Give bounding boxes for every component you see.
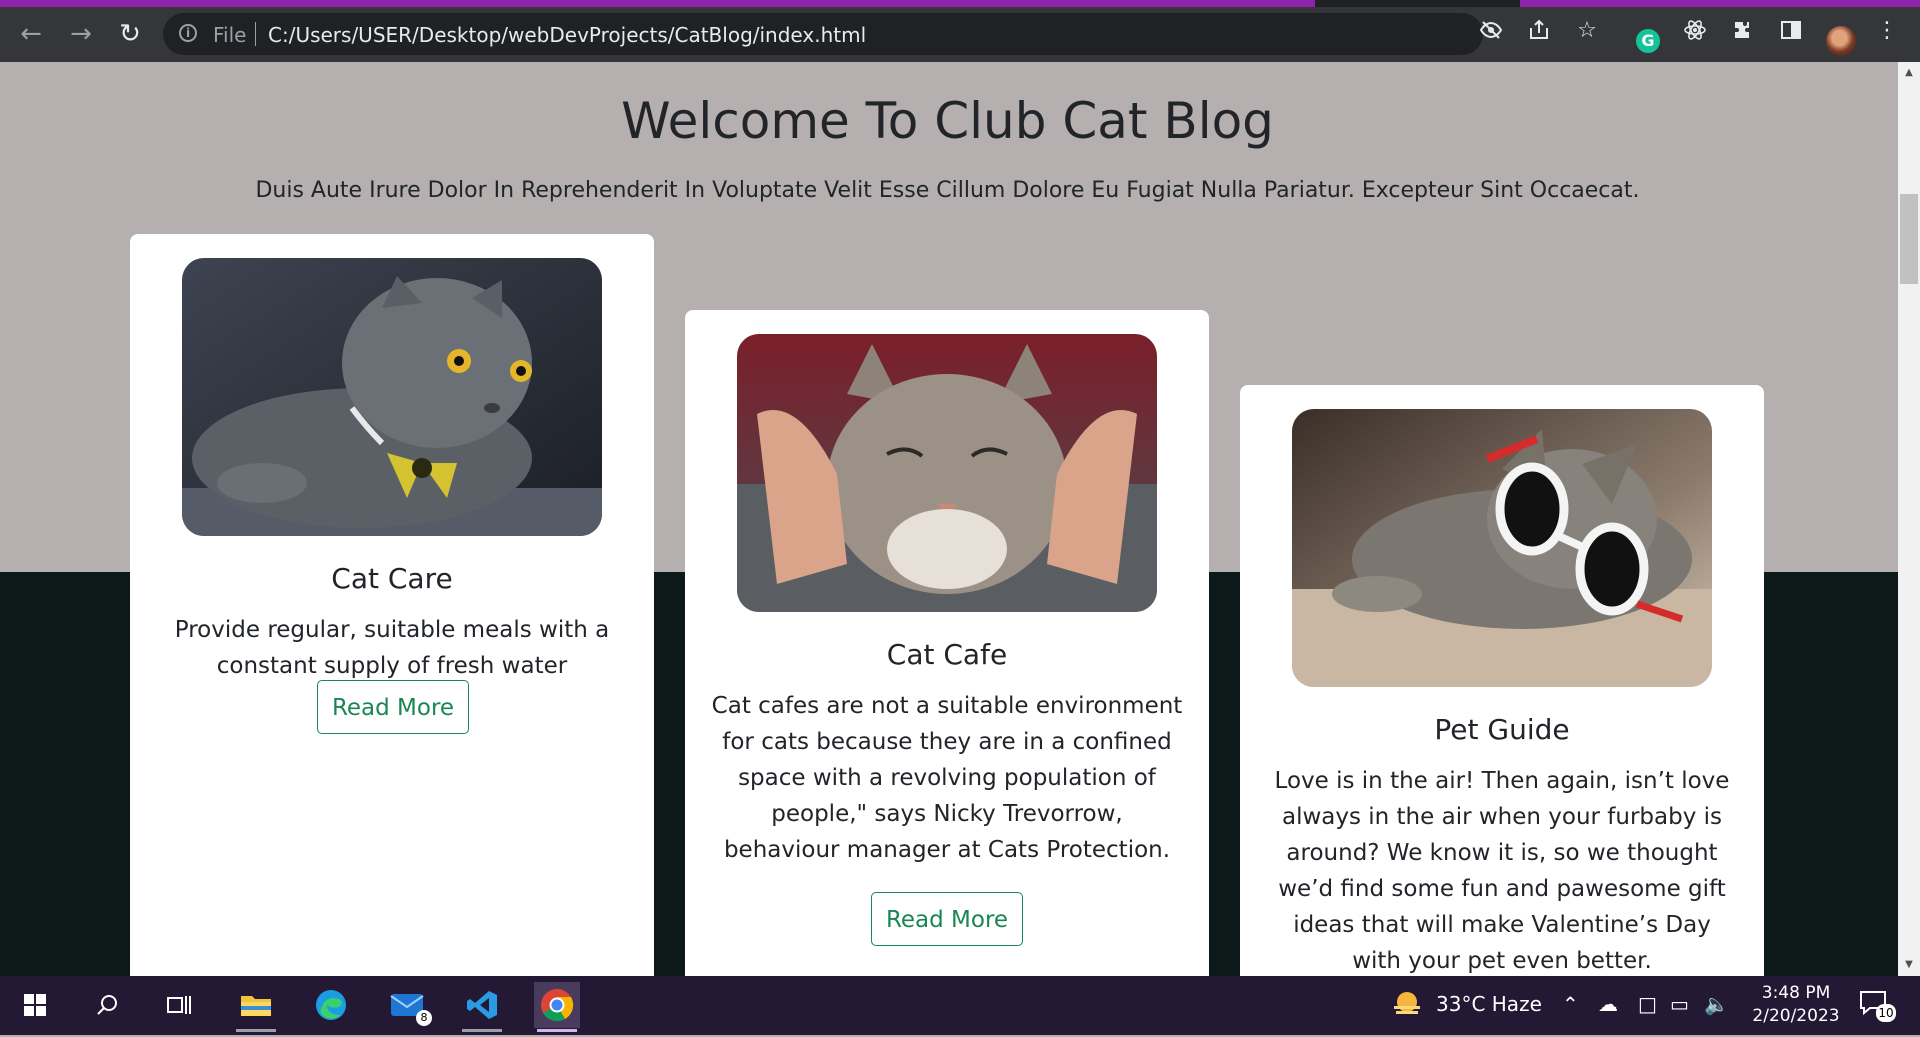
card-image-cat-bowtie [182, 258, 602, 536]
task-view-icon[interactable] [156, 982, 202, 1028]
extensions-icon[interactable] [1730, 18, 1756, 44]
scrollbar[interactable]: ▲ ▼ [1898, 62, 1920, 976]
read-more-button[interactable]: Read More [871, 892, 1023, 946]
reload-button[interactable]: ↻ [115, 19, 145, 49]
card-cat-cafe: Cat Cafe Cat cafes are not a suitable en… [685, 310, 1209, 976]
page-viewport: Welcome To Club Cat Blog Duis Aute Irure… [0, 62, 1898, 976]
card-pet-guide: Pet Guide Love is in the air! Then again… [1240, 385, 1764, 976]
mail-badge: 8 [416, 1010, 432, 1026]
card-cat-care: Cat Care Provide regular, suitable meals… [130, 234, 654, 976]
tab-accent [1520, 0, 1920, 7]
chrome-icon[interactable] [534, 982, 580, 1032]
url-text[interactable]: C:/Users/USER/Desktop/webDevProjects/Cat… [268, 23, 866, 47]
reload-icon: ↻ [119, 19, 141, 49]
weather-text[interactable]: 33°C Haze [1436, 992, 1542, 1016]
back-button[interactable]: ← [16, 19, 46, 49]
read-more-button[interactable]: Read More [317, 680, 469, 734]
menu-icon[interactable]: ⋮ [1874, 18, 1900, 44]
weather-icon[interactable] [1390, 988, 1424, 1022]
profile-avatar[interactable] [1826, 26, 1856, 56]
edge-icon[interactable] [308, 982, 354, 1028]
forward-button[interactable]: → [66, 19, 96, 49]
windows-start-icon[interactable] [12, 982, 58, 1028]
card-text: Provide regular, suitable meals with a c… [174, 617, 610, 679]
clock-date: 2/20/2023 [1752, 1006, 1840, 1026]
card-text: Cat cafes are not a suitable environment… [711, 693, 1183, 863]
share-icon[interactable] [1526, 18, 1552, 44]
active-indicator [462, 1029, 502, 1032]
scroll-up-icon[interactable]: ▲ [1902, 66, 1916, 80]
card-text: Love is in the air! Then again, isn’t lo… [1274, 768, 1730, 974]
info-icon[interactable]: i [179, 24, 197, 42]
notification-badge: 10 [1876, 1004, 1896, 1022]
scheme-label: File [213, 23, 247, 47]
active-indicator [236, 1029, 276, 1032]
grammarly-icon[interactable]: G [1636, 29, 1660, 53]
divider [255, 22, 256, 46]
clock[interactable]: 3:48 PM 2/20/2023 [1748, 982, 1844, 1028]
notification-icon[interactable]: 10 [1858, 988, 1896, 1022]
chevron-up-icon[interactable]: ⌃ [1562, 992, 1579, 1016]
active-tab-accent [0, 0, 1315, 7]
arrow-right-icon: → [70, 19, 92, 49]
address-bar[interactable]: i File C:/Users/USER/Desktop/webDevProje… [163, 13, 1483, 55]
eye-off-icon[interactable] [1478, 18, 1504, 44]
scrollbar-thumb[interactable] [1900, 194, 1918, 284]
arrow-left-icon: ← [20, 19, 42, 49]
windows-taskbar: 8 33°C Haze ⌃ ☁ □ ▭ 🔈 3:48 PM 2/20/2023 … [0, 976, 1920, 1035]
page-lead: Duis Aute Irure Dolor In Reprehenderit I… [255, 178, 1640, 203]
tab-strip [0, 0, 1920, 7]
card-title: Cat Cafe [886, 638, 1008, 671]
battery-icon[interactable]: ▭ [1670, 992, 1689, 1016]
star-icon[interactable]: ☆ [1574, 18, 1600, 44]
card-title: Cat Care [331, 562, 453, 595]
react-devtools-icon[interactable] [1682, 18, 1708, 44]
onedrive-icon[interactable]: ☁ [1598, 992, 1618, 1016]
card-image-cat-hands [737, 334, 1157, 612]
vscode-icon[interactable] [459, 982, 505, 1032]
scroll-down-icon[interactable]: ▼ [1902, 958, 1916, 972]
volume-icon[interactable]: 🔈 [1704, 992, 1729, 1016]
search-icon[interactable] [84, 982, 130, 1028]
meet-now-icon[interactable]: □ [1638, 992, 1657, 1016]
side-panel-icon[interactable] [1778, 18, 1804, 44]
mail-icon[interactable]: 8 [384, 982, 432, 1028]
card-image-cat-sunglasses [1292, 409, 1712, 687]
active-indicator [537, 1029, 577, 1032]
browser-toolbar: ← → ↻ i File C:/Users/USER/Desktop/webDe… [0, 7, 1920, 62]
card-title: Pet Guide [1434, 713, 1570, 746]
file-explorer-icon[interactable] [233, 982, 279, 1032]
page-title: Welcome To Club Cat Blog [621, 92, 1274, 150]
clock-time: 3:48 PM [1761, 983, 1831, 1003]
